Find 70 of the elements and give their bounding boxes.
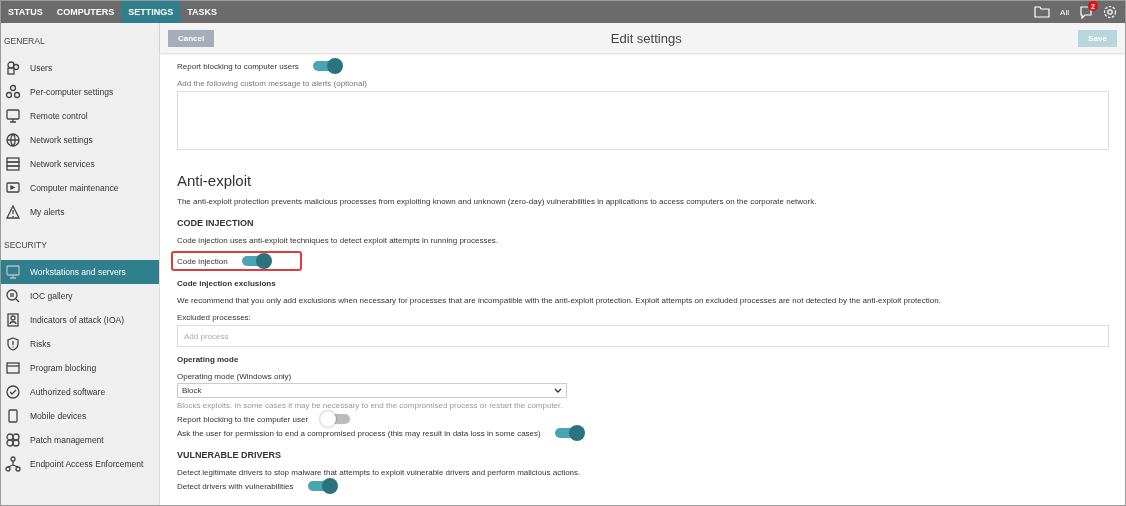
toggle-switch[interactable]: [312, 61, 341, 71]
network-icon: [5, 456, 21, 472]
sidebar-item[interactable]: My alerts: [1, 200, 159, 224]
sidebar-item[interactable]: Remote control: [1, 104, 159, 128]
sidebar-item[interactable]: Endpoint Access Enforcement: [1, 452, 159, 476]
group-label: Code injection exclusions: [177, 279, 277, 288]
sidebar-item[interactable]: Program blocking: [1, 356, 159, 380]
check-circle-icon: [5, 384, 21, 400]
id-card-icon: [5, 312, 21, 328]
nav-tab[interactable]: TASKS: [180, 1, 225, 23]
window-icon: [5, 360, 21, 376]
chevron-icon: [554, 387, 562, 394]
description-text: Detect legitimate drivers to stop malware that attempts to exploit vulnerable drivers and perform malicious actions.: [177, 468, 582, 477]
field-label: Excluded processes:: [177, 313, 252, 322]
people-network-icon: [5, 84, 21, 100]
sidebar-item[interactable]: Authorized software: [1, 380, 159, 404]
toggle-label: Report blocking to computer users: [177, 61, 299, 71]
toggle-switch[interactable]: [241, 256, 270, 266]
sidebar-item[interactable]: Patch management: [1, 428, 159, 452]
sidebar-item[interactable]: Indicators of attack (IOA): [1, 308, 159, 332]
sidebar-item[interactable]: Network settings: [1, 128, 159, 152]
circles-icon: [5, 432, 21, 448]
nav-tab[interactable]: SETTINGS: [121, 1, 181, 23]
nav-tab[interactable]: STATUS: [1, 1, 50, 23]
description-text: We recommend that you only add exclusions when necessary for processes that are incompatible with the anti-exploit protection. Exploit attempts on excluded processes are not detected by the anti-exploit protection.: [177, 296, 942, 305]
screen-play-icon: [5, 180, 21, 196]
toggle-label: Detect drivers with vulnerabilities: [177, 481, 294, 491]
field-label: Operating mode (Windows only): [177, 372, 293, 381]
nav-tab[interactable]: COMPUTERS: [49, 1, 122, 23]
phone-icon: [5, 408, 21, 424]
monitor-icon: [5, 264, 21, 280]
users-icon: [5, 60, 21, 76]
sidebar-item[interactable]: Users: [1, 56, 159, 80]
folder-label: All: [1060, 7, 1069, 17]
section-heading: Anti-exploit: [177, 172, 253, 189]
sidebar-item[interactable]: Risks: [1, 332, 159, 356]
description-text: The anti-exploit protection prevents malicious processes from exploiting known and unknown (zero-day) vulnerabilities in applications to access computers on the corporate network.: [177, 197, 818, 206]
description-text: Code injection uses anti-exploit techniques to detect exploit attempts in running processes.: [177, 236, 500, 245]
hint-text: Blocks exploits. In some cases it may be necessary to end the compromised process or restart the computer.: [177, 401, 564, 410]
globe-icon: [5, 132, 21, 148]
sidebar-group-title: GENERAL: [3, 35, 46, 48]
toggle-switch[interactable]: [554, 428, 583, 438]
dialog-title: Edit settings: [609, 30, 683, 46]
settings-icon[interactable]: [1103, 5, 1117, 19]
shield-icon: [5, 336, 21, 352]
toggle-label: Ask the user for permission to end a compromised process (this may result in data loss in some cases): [177, 428, 541, 438]
server-icon: [5, 156, 21, 172]
folder-icon[interactable]: [1034, 6, 1051, 18]
monitor-icon: [5, 108, 21, 124]
toggle-label: Code injection: [177, 256, 228, 266]
toggle-switch[interactable]: [307, 481, 336, 491]
toggle-label: Report blocking to the computer user: [177, 414, 309, 424]
sidebar-item[interactable]: Computer maintenance: [1, 176, 159, 200]
sidebar-item[interactable]: Per-computer settings: [1, 80, 159, 104]
toggle-switch[interactable]: [322, 414, 351, 424]
sidebar-item[interactable]: Network services: [1, 152, 159, 176]
magnifier-icon: [5, 288, 21, 304]
sidebar-item[interactable]: Mobile devices: [1, 404, 159, 428]
sidebar-item[interactable]: IOC gallery: [1, 284, 159, 308]
chat-icon[interactable]: [1079, 5, 1093, 19]
mode-select[interactable]: Block: [177, 383, 567, 398]
subsection-heading: VULNERABLE DRIVERS: [177, 450, 282, 460]
field-label: Add the following custom message to alerts (optional): [177, 79, 368, 88]
subsection-heading: CODE INJECTION: [177, 218, 255, 228]
sidebar-item[interactable]: Workstations and servers: [1, 260, 159, 284]
process-field[interactable]: Add process: [177, 325, 1109, 347]
sidebar-group-title: SECURITY: [3, 239, 48, 252]
group-label: Operating mode: [177, 355, 240, 364]
message-field[interactable]: [177, 91, 1109, 150]
warning-icon: [5, 204, 21, 220]
